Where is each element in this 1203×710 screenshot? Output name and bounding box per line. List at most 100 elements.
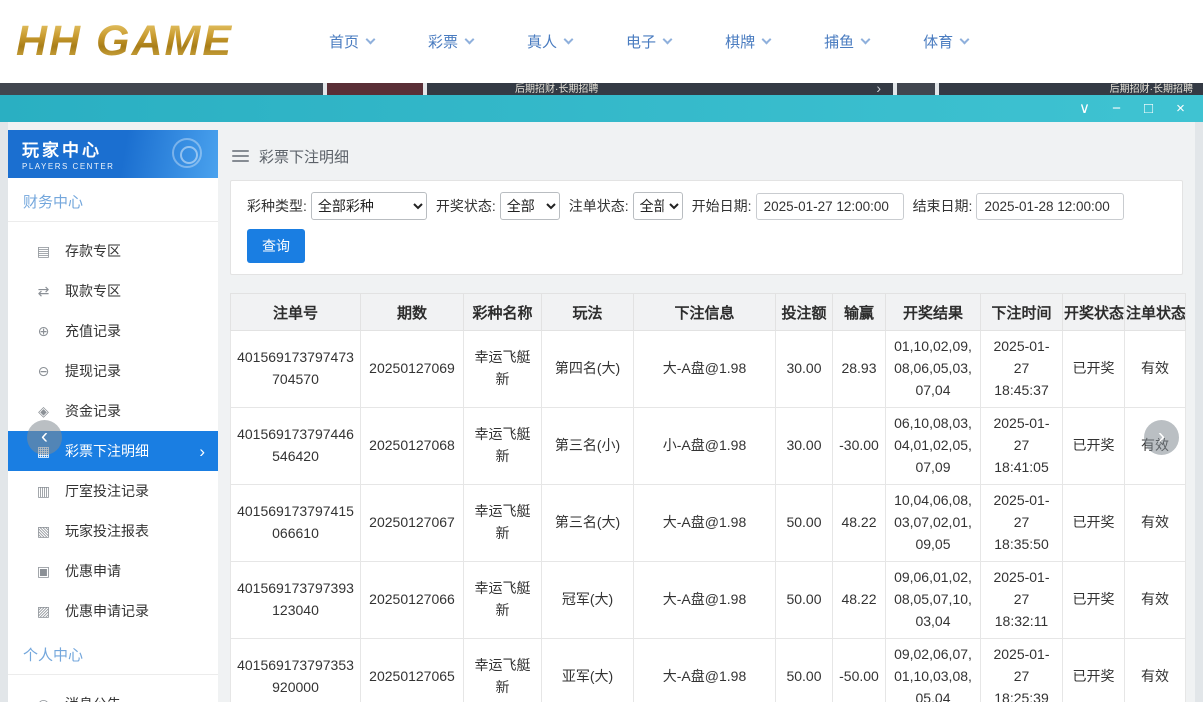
nav-home[interactable]: 首页 xyxy=(329,31,374,52)
maximize-icon[interactable]: □ xyxy=(1139,95,1158,122)
cell-draw-result: 09,06,01,02,08,05,07,10,03,04 xyxy=(886,562,981,639)
nav-electronic[interactable]: 电子 xyxy=(626,31,671,52)
col-header-win-loss: 输赢 xyxy=(833,294,886,331)
table-row: 401569173797415066610 20250127067 幸运飞艇新 … xyxy=(231,485,1186,562)
cell-lottery-name: 幸运飞艇新 xyxy=(464,639,542,703)
sidebar-item-promo-apply[interactable]: ▣ 优惠申请 xyxy=(8,551,218,591)
cell-period: 20250127066 xyxy=(361,562,464,639)
cell-draw-result: 09,02,06,07,01,10,03,08,05,04 xyxy=(886,639,981,703)
cell-lottery-name: 幸运飞艇新 xyxy=(464,485,542,562)
cell-bet-info: 大-A盘@1.98 xyxy=(634,562,776,639)
lottery-type-label: 彩种类型: xyxy=(247,196,307,216)
sidebar-item-deposit[interactable]: ▤ 存款专区 xyxy=(8,231,218,271)
nav-live[interactable]: 真人 xyxy=(527,31,572,52)
recharge-record-icon: ⊕ xyxy=(35,323,52,340)
chevron-down-icon xyxy=(366,35,376,45)
sidebar-item-recharge-record[interactable]: ⊕ 充值记录 xyxy=(8,311,218,351)
main-content: 彩票下注明细 彩种类型: 全部彩种 开奖状态: 全部 注单状态: xyxy=(218,130,1195,702)
chevron-left-icon: ‹ xyxy=(41,425,48,449)
bet-status-select[interactable]: 全部 xyxy=(633,192,683,220)
site-header: HH GAME 首页 彩票 真人 电子 棋牌 捕鱼 体育 xyxy=(0,0,1203,83)
page-title-row: 彩票下注明细 xyxy=(232,144,1183,168)
cell-draw-result: 06,10,08,03,04,01,02,05,07,09 xyxy=(886,408,981,485)
col-header-bet-status: 注单状态 xyxy=(1125,294,1186,331)
sidebar-item-label: 优惠申请 xyxy=(65,561,121,581)
table-header: 注单号 期数 彩种名称 玩法 下注信息 投注额 输赢 开奖结果 下注时间 开奖状… xyxy=(231,294,1186,331)
cell-period: 20250127068 xyxy=(361,408,464,485)
end-date-input[interactable] xyxy=(976,193,1124,220)
start-date-input[interactable] xyxy=(756,193,904,220)
cell-lottery-name: 幸运飞艇新 xyxy=(464,562,542,639)
cell-win-loss: 48.22 xyxy=(833,485,886,562)
chevron-down-icon xyxy=(960,35,970,45)
collapse-icon[interactable]: ∨ xyxy=(1075,95,1094,122)
col-header-lottery-name: 彩种名称 xyxy=(464,294,542,331)
nav-sports[interactable]: 体育 xyxy=(923,31,968,52)
col-header-play-type: 玩法 xyxy=(542,294,634,331)
col-header-draw-status: 开奖状态 xyxy=(1063,294,1125,331)
col-header-draw-result: 开奖结果 xyxy=(886,294,981,331)
sidebar-item-withdraw[interactable]: ⇄ 取款专区 xyxy=(8,271,218,311)
draw-status-select[interactable]: 全部 xyxy=(500,192,560,220)
col-header-bet-amount: 投注额 xyxy=(776,294,833,331)
cell-bet-id: 401569173797415066610 xyxy=(231,485,361,562)
table-row: 401569173797473704570 20250127069 幸运飞艇新 … xyxy=(231,331,1186,408)
nav-fishing-label: 捕鱼 xyxy=(824,31,854,52)
cell-win-loss: -30.00 xyxy=(833,408,886,485)
cell-bet-info: 大-A盘@1.98 xyxy=(634,639,776,703)
cell-lottery-name: 幸运飞艇新 xyxy=(464,331,542,408)
cell-bet-time: 2025-01-27 18:25:39 xyxy=(981,639,1063,703)
withdraw-icon: ⇄ xyxy=(35,283,52,300)
sidebar-item-label: 取款专区 xyxy=(65,281,121,301)
query-button[interactable]: 查询 xyxy=(247,229,305,263)
sidebar-item-hall-bet-record[interactable]: ▥ 厅室投注记录 xyxy=(8,471,218,511)
sidebar-item-cashout-record[interactable]: ⊖ 提现记录 xyxy=(8,351,218,391)
sidebar-item-promo-apply-record[interactable]: ▨ 优惠申请记录 xyxy=(8,591,218,631)
chevron-right-icon: › xyxy=(1158,425,1165,449)
cell-bet-time: 2025-01-27 18:41:05 xyxy=(981,408,1063,485)
cell-win-loss: 48.22 xyxy=(833,562,886,639)
cell-play-type: 冠军(大) xyxy=(542,562,634,639)
sidebar-item-label: 存款专区 xyxy=(65,241,121,261)
menu-icon[interactable] xyxy=(232,150,249,162)
banner-text: 后期招财·长期招聘 xyxy=(515,83,598,95)
report-icon: ▧ xyxy=(35,523,52,540)
sidebar-item-messages[interactable]: ◎ 消息公告 xyxy=(8,684,218,702)
chevron-down-icon xyxy=(564,35,574,45)
banner-next-icon[interactable]: › xyxy=(876,83,881,95)
bet-table: 注单号 期数 彩种名称 玩法 下注信息 投注额 输赢 开奖结果 下注时间 开奖状… xyxy=(230,293,1186,702)
nav-live-label: 真人 xyxy=(527,31,557,52)
sidebar-item-label: 厅室投注记录 xyxy=(65,481,149,501)
prev-page-button[interactable]: ‹ xyxy=(27,420,62,455)
cell-bet-status: 有效 xyxy=(1125,562,1186,639)
cell-period: 20250127067 xyxy=(361,485,464,562)
cell-bet-id: 401569173797446546420 xyxy=(231,408,361,485)
cell-bet-amount: 30.00 xyxy=(776,331,833,408)
background-banner: 后期招财·长期招聘 › 后期招财·长期招聘 xyxy=(0,83,1203,95)
sidebar-item-label: 充值记录 xyxy=(65,321,121,341)
players-center-icon xyxy=(172,138,202,168)
sidebar-item-label: 资金记录 xyxy=(65,401,121,421)
main-nav: 首页 彩票 真人 电子 棋牌 捕鱼 体育 xyxy=(329,31,968,52)
funds-record-icon: ◈ xyxy=(35,403,52,420)
cell-bet-amount: 50.00 xyxy=(776,639,833,703)
sidebar-item-label: 玩家投注报表 xyxy=(65,521,149,541)
minimize-icon[interactable]: − xyxy=(1107,95,1126,122)
sidebar-item-player-bet-report[interactable]: ▧ 玩家投注报表 xyxy=(8,511,218,551)
site-logo[interactable]: HH GAME xyxy=(16,17,281,66)
close-icon[interactable]: × xyxy=(1171,95,1190,122)
player-center-window: 玩家中心 PLAYERS CENTER 财务中心 ▤ 存款专区 ⇄ 取款专区 ⊕… xyxy=(8,122,1195,702)
sidebar-item-label: 优惠申请记录 xyxy=(65,601,149,621)
nav-lottery[interactable]: 彩票 xyxy=(428,31,473,52)
draw-status-label: 开奖状态: xyxy=(436,196,496,216)
cell-bet-info: 大-A盘@1.98 xyxy=(634,331,776,408)
cell-play-type: 亚军(大) xyxy=(542,639,634,703)
nav-chess[interactable]: 棋牌 xyxy=(725,31,770,52)
cell-bet-amount: 50.00 xyxy=(776,562,833,639)
lottery-type-select[interactable]: 全部彩种 xyxy=(311,192,427,220)
table-row: 401569173797446546420 20250127068 幸运飞艇新 … xyxy=(231,408,1186,485)
nav-fishing[interactable]: 捕鱼 xyxy=(824,31,869,52)
next-page-button[interactable]: › xyxy=(1144,420,1179,455)
filter-row: 彩种类型: 全部彩种 开奖状态: 全部 注单状态: 全部 xyxy=(247,192,1168,220)
cell-bet-status: 有效 xyxy=(1125,639,1186,703)
